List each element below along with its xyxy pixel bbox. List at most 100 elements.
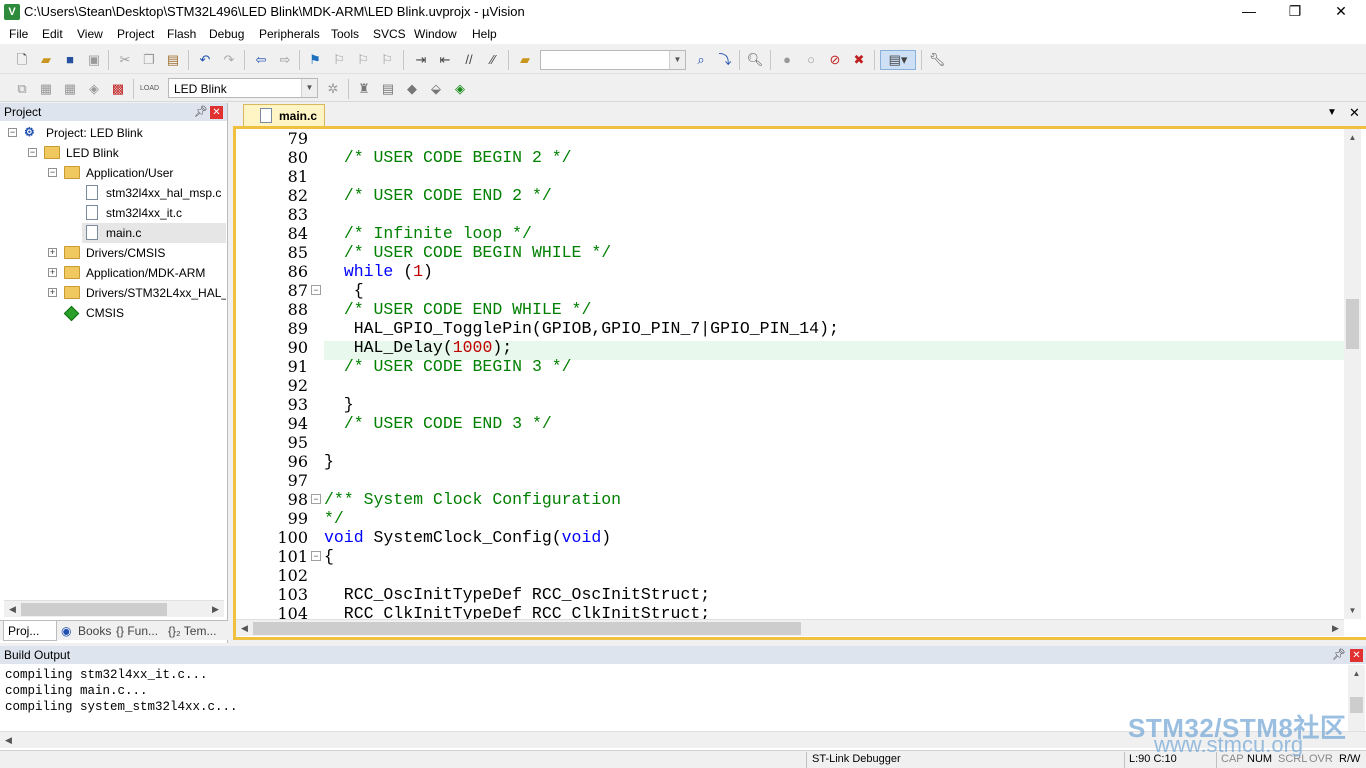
expand-icon[interactable]: + xyxy=(48,268,57,277)
cut-icon[interactable]: ✂ xyxy=(116,51,134,69)
paste-icon[interactable]: ▤ xyxy=(164,51,182,69)
menu-project[interactable]: Project xyxy=(117,27,154,41)
zoom-icon[interactable]: 🔍︎ xyxy=(746,51,764,69)
bookmark-icon[interactable]: ⚑ xyxy=(306,51,324,69)
maximize-button[interactable]: ❐ xyxy=(1272,0,1318,24)
save-all-icon[interactable]: ▣ xyxy=(85,51,103,69)
find-in-files-icon[interactable]: ▰ xyxy=(516,51,534,69)
scroll-up-icon[interactable]: ▲ xyxy=(1348,665,1365,682)
pin-icon[interactable]: 📌︎ xyxy=(194,103,208,121)
unindent-icon[interactable]: ⇤ xyxy=(436,51,454,69)
expand-icon[interactable]: + xyxy=(48,288,57,297)
chevron-down-icon[interactable]: ▼ xyxy=(301,79,317,97)
target-select[interactable]: LED Blink ▼ xyxy=(168,78,318,98)
menu-debug[interactable]: Debug xyxy=(209,27,244,41)
scroll-thumb[interactable] xyxy=(1346,299,1359,349)
find-icon[interactable]: ⌕ xyxy=(692,51,710,69)
redo-icon[interactable]: ↷ xyxy=(220,51,238,69)
stop-build-icon[interactable]: ▩ xyxy=(109,80,127,98)
tab-list-chevron-down-icon[interactable]: ▼ xyxy=(1327,107,1337,118)
find-combo[interactable]: ▼ xyxy=(540,50,686,70)
tab-project[interactable]: Proj... xyxy=(3,621,57,641)
tree-item-component[interactable]: CMSIS xyxy=(0,303,226,323)
configure-wrench-icon[interactable]: 🔧︎ xyxy=(928,51,946,69)
tree-item-file[interactable]: stm32l4xx_hal_msp.c xyxy=(0,183,226,203)
collapse-icon[interactable]: − xyxy=(28,148,37,157)
build-icon[interactable]: ▦ xyxy=(37,80,55,98)
scroll-thumb[interactable] xyxy=(1350,697,1363,713)
fold-collapse-icon[interactable]: − xyxy=(311,494,321,504)
pin-icon[interactable]: 📌︎ xyxy=(1332,646,1346,664)
minimize-button[interactable]: — xyxy=(1226,0,1272,24)
build-hscrollbar[interactable]: ◀ xyxy=(0,731,1366,748)
scroll-left-icon[interactable]: ◀ xyxy=(236,620,253,637)
undo-icon[interactable]: ↶ xyxy=(196,51,214,69)
scroll-right-icon[interactable]: ▶ xyxy=(207,601,224,618)
menu-help[interactable]: Help xyxy=(472,27,497,41)
menu-edit[interactable]: Edit xyxy=(42,27,63,41)
tree-item-group[interactable]: + Application/MDK-ARM xyxy=(0,263,226,283)
disable-all-breakpoints-icon[interactable]: ⊘ xyxy=(826,51,844,69)
new-file-icon[interactable]: 🗋 xyxy=(13,51,31,69)
indent-icon[interactable]: ⇥ xyxy=(412,51,430,69)
select-packs-icon[interactable]: ⬙ xyxy=(427,80,445,98)
tree-item-project[interactable]: − ⚙ Project: LED Blink xyxy=(0,123,226,143)
clear-bookmarks-icon[interactable]: ⚐ xyxy=(378,51,396,69)
collapse-icon[interactable]: − xyxy=(8,128,17,137)
menu-peripherals[interactable]: Peripherals xyxy=(259,27,320,41)
menu-tools[interactable]: Tools xyxy=(331,27,359,41)
build-vscrollbar[interactable]: ▲ xyxy=(1348,665,1365,731)
tab-functions[interactable]: {} Fun... xyxy=(114,621,164,641)
code-view[interactable]: 79 80 81 82 83 84 85 86 87−88 89 90 91 92 93 94 95 96 97 9… xyxy=(236,129,1344,619)
save-icon[interactable]: ■ xyxy=(61,51,79,69)
window-layout-icon[interactable]: ▤▾ xyxy=(880,50,916,70)
scroll-up-icon[interactable]: ▲ xyxy=(1344,129,1361,146)
tab-books[interactable]: ◉ Books xyxy=(60,621,112,641)
prev-bookmark-icon[interactable]: ⚐ xyxy=(330,51,348,69)
close-editor-icon[interactable]: ✕ xyxy=(1349,105,1360,121)
breakpoint-icon[interactable]: ● xyxy=(778,51,796,69)
uncomment-icon[interactable]: ⁄⁄ xyxy=(484,51,502,69)
manage-components-icon[interactable]: ♜ xyxy=(355,80,373,98)
project-hscrollbar[interactable]: ◀ ▶ xyxy=(4,600,224,617)
tree-item-file-selected[interactable]: main.c xyxy=(82,223,226,243)
menu-view[interactable]: View xyxy=(77,27,103,41)
batch-build-icon[interactable]: ◈ xyxy=(85,80,103,98)
scroll-down-icon[interactable]: ▼ xyxy=(1344,602,1361,619)
fold-collapse-icon[interactable]: − xyxy=(311,285,321,295)
tree-item-group[interactable]: − Application/User xyxy=(0,163,226,183)
scroll-thumb[interactable] xyxy=(21,603,167,616)
manage-packs-icon[interactable]: ◆ xyxy=(403,80,421,98)
tree-item-group[interactable]: + Drivers/CMSIS xyxy=(0,243,226,263)
editor-vscrollbar[interactable]: ▲ ▼ xyxy=(1344,129,1361,619)
tree-item-target[interactable]: − LED Blink xyxy=(0,143,226,163)
next-bookmark-icon[interactable]: ⚐ xyxy=(354,51,372,69)
scroll-left-icon[interactable]: ◀ xyxy=(4,601,21,618)
menu-svcs[interactable]: SVCS xyxy=(373,27,406,41)
fold-collapse-icon[interactable]: − xyxy=(311,551,321,561)
menu-file[interactable]: File xyxy=(9,27,28,41)
close-icon[interactable]: ✕ xyxy=(210,106,223,119)
scroll-thumb[interactable] xyxy=(253,622,801,635)
download-icon[interactable]: LOAD xyxy=(140,80,159,98)
file-extensions-icon[interactable]: ▤ xyxy=(379,80,397,98)
scroll-right-icon[interactable]: ▶ xyxy=(1327,620,1344,637)
copy-icon[interactable]: ❐ xyxy=(140,51,158,69)
chevron-down-icon[interactable]: ▼ xyxy=(669,51,685,69)
navigate-forward-icon[interactable]: ⇨ xyxy=(276,51,294,69)
build-output-text[interactable]: compiling stm32l4xx_it.c... compiling ma… xyxy=(0,665,1348,731)
comment-icon[interactable]: // xyxy=(460,51,478,69)
close-button[interactable]: ✕ xyxy=(1318,0,1364,24)
kill-all-breakpoints-icon[interactable]: ✖ xyxy=(850,51,868,69)
run-time-env-icon[interactable]: ◈ xyxy=(451,80,469,98)
disable-breakpoint-icon[interactable]: ○ xyxy=(802,51,820,69)
translate-icon[interactable]: ⧉ xyxy=(13,80,31,98)
editor-tab-main-c[interactable]: main.c xyxy=(243,104,325,126)
collapse-icon[interactable]: − xyxy=(48,168,57,177)
tree-item-file[interactable]: stm32l4xx_it.c xyxy=(0,203,226,223)
rebuild-icon[interactable]: ▦ xyxy=(61,80,79,98)
menu-flash[interactable]: Flash xyxy=(167,27,196,41)
close-icon[interactable]: ✕ xyxy=(1350,649,1363,662)
tree-item-group[interactable]: + Drivers/STM32L4xx_HAL_D xyxy=(0,283,226,303)
editor-hscrollbar[interactable]: ◀ ▶ xyxy=(236,619,1344,636)
